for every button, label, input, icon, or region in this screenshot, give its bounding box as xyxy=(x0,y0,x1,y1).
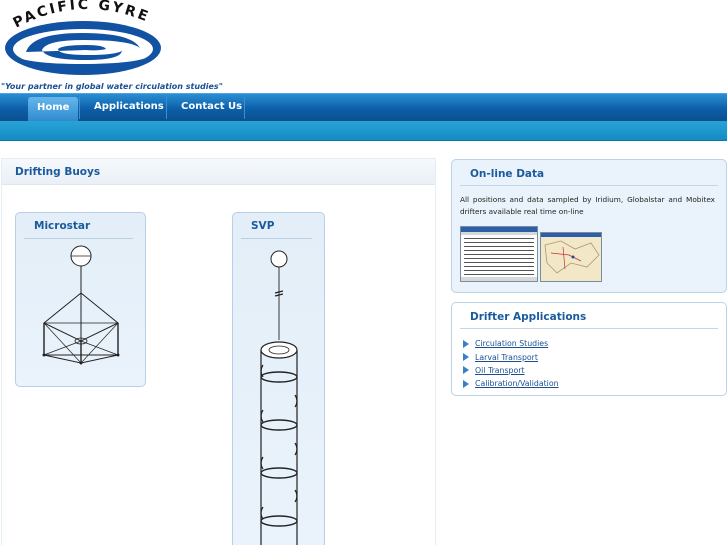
svp-card[interactable]: SVP xyxy=(232,212,325,545)
nav-divider xyxy=(166,97,167,119)
online-data-panel: On-line Data All positions and data samp… xyxy=(451,159,727,293)
sub-nav-bar xyxy=(0,121,727,141)
main-nav: Home Applications Contact Us xyxy=(0,93,727,121)
microstar-drifter-diagram xyxy=(42,245,120,365)
panel-divider xyxy=(460,328,718,329)
nav-home[interactable]: Home xyxy=(28,97,79,121)
drifting-buoys-panel: Drifting Buoys Microstar SVP xyxy=(1,158,436,545)
online-data-title: On-line Data xyxy=(470,168,545,180)
list-item[interactable]: Calibration/Validation xyxy=(462,377,559,390)
larval-transport-link[interactable]: Larval Transport xyxy=(475,353,538,362)
nav-divider xyxy=(79,97,80,119)
list-item[interactable]: Oil Transport xyxy=(462,364,559,377)
nav-contact-us[interactable]: Contact Us xyxy=(172,94,251,121)
tagline: "Your partner in global water circulatio… xyxy=(1,82,223,91)
drifter-applications-panel: Drifter Applications Circulation Studies… xyxy=(451,302,727,396)
nav-divider xyxy=(244,97,245,119)
list-item[interactable]: Larval Transport xyxy=(462,350,559,363)
oil-transport-link[interactable]: Oil Transport xyxy=(475,366,525,375)
card-divider xyxy=(24,238,133,239)
card-divider xyxy=(241,238,312,239)
pacific-gyre-logo[interactable]: PACIFIC GYRE xyxy=(2,0,167,80)
panel-title: Drifting Buoys xyxy=(15,166,101,178)
triangle-bullet-icon xyxy=(463,366,469,375)
card-title: SVP xyxy=(251,220,275,232)
applications-list: Circulation Studies Larval Transport Oil… xyxy=(462,337,559,391)
circulation-studies-link[interactable]: Circulation Studies xyxy=(475,339,548,348)
panel-divider xyxy=(460,185,718,186)
card-title: Microstar xyxy=(34,220,91,232)
data-table-screenshot-icon[interactable] xyxy=(460,226,538,282)
svp-drifter-diagram xyxy=(260,250,298,545)
map-screenshot-icon[interactable] xyxy=(540,232,602,282)
microstar-card[interactable]: Microstar xyxy=(15,212,146,387)
calibration-validation-link[interactable]: Calibration/Validation xyxy=(475,379,559,388)
triangle-bullet-icon xyxy=(463,353,469,362)
nav-applications[interactable]: Applications xyxy=(85,94,173,121)
online-data-description: All positions and data sampled by Iridiu… xyxy=(460,195,715,216)
applications-title: Drifter Applications xyxy=(470,311,587,323)
triangle-bullet-icon xyxy=(463,339,469,348)
triangle-bullet-icon xyxy=(463,379,469,388)
list-item[interactable]: Circulation Studies xyxy=(462,337,559,350)
